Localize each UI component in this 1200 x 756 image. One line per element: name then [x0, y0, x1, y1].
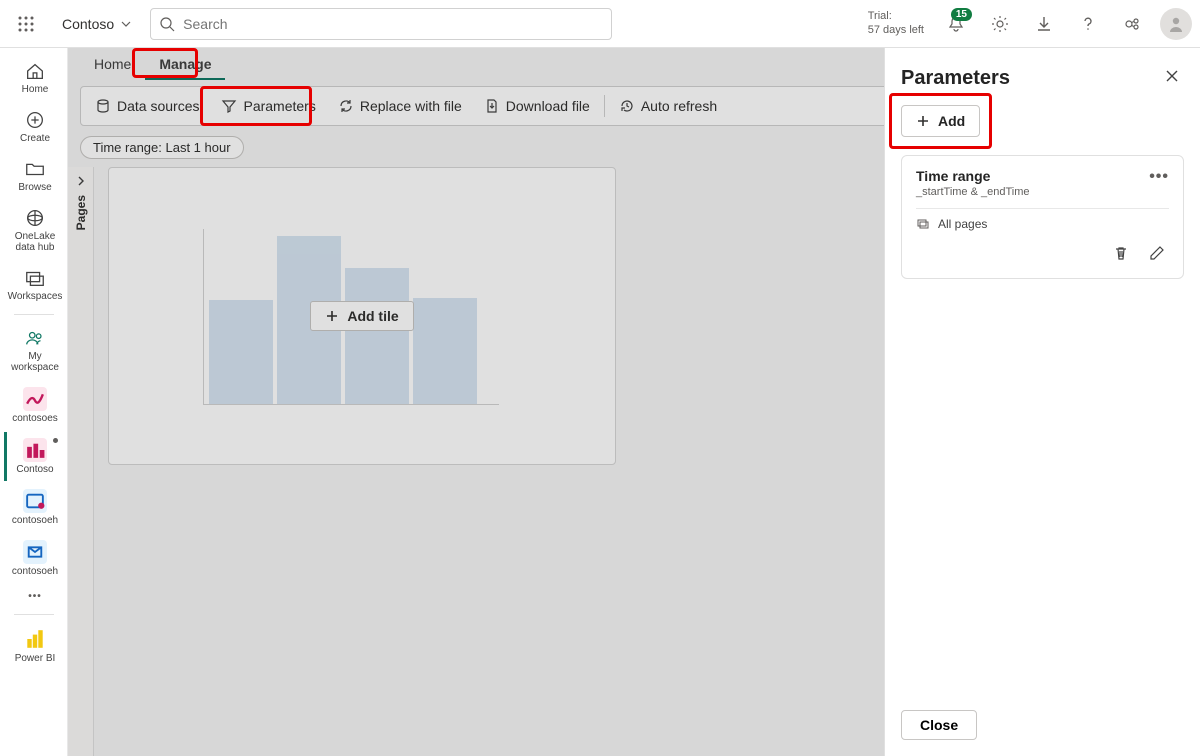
parameter-card: Time range _startTime & _endTime ••• All…	[901, 155, 1184, 279]
nav-more[interactable]: •••	[4, 585, 64, 608]
panel-header: Parameters	[901, 64, 1184, 93]
left-nav: Home Create Browse OneLake data hub Work…	[0, 48, 68, 756]
chevron-down-icon	[120, 18, 132, 30]
org-name: Contoso	[62, 16, 114, 32]
search-icon	[159, 16, 175, 32]
param-title: Time range	[916, 168, 1030, 184]
trial-line1: Trial:	[868, 10, 924, 23]
top-bar: Contoso Trial: 57 days left 15	[0, 0, 1200, 48]
workspaces-icon	[24, 267, 46, 289]
workspace-icon	[23, 387, 47, 411]
param-scope-label: All pages	[938, 217, 987, 231]
help-button[interactable]	[1068, 4, 1108, 44]
nav-create-label: Create	[20, 133, 50, 144]
panel-close-button[interactable]	[1160, 64, 1184, 93]
pages-icon	[916, 217, 930, 231]
home-icon	[24, 60, 46, 82]
edit-parameter-button[interactable]	[1145, 241, 1169, 270]
param-subtitle: _startTime & _endTime	[916, 186, 1030, 198]
trial-line2: 57 days left	[868, 24, 924, 37]
top-right-actions: Trial: 57 days left 15	[868, 4, 1192, 44]
nav-ws-contosoeh1[interactable]: contosoeh	[4, 483, 64, 532]
feedback-icon	[1123, 15, 1141, 33]
workspace-icon	[23, 489, 47, 513]
download-icon	[1035, 15, 1053, 33]
close-icon	[1164, 68, 1180, 84]
search-box[interactable]	[150, 8, 612, 40]
gear-icon	[991, 15, 1009, 33]
param-scope: All pages	[916, 217, 1169, 231]
param-card-head: Time range _startTime & _endTime •••	[916, 168, 1169, 198]
parameters-panel: Parameters Add Time range _startTime & _…	[884, 48, 1200, 756]
active-dot-icon	[53, 438, 58, 443]
app-launcher-icon[interactable]	[8, 6, 44, 42]
plus-icon	[916, 114, 930, 128]
onelake-icon	[24, 207, 46, 229]
nav-powerbi[interactable]: Power BI	[4, 621, 64, 670]
help-icon	[1079, 15, 1097, 33]
search-input[interactable]	[183, 16, 603, 32]
nav-ws-contosoeh1-label: contosoeh	[12, 515, 58, 526]
nav-create[interactable]: Create	[4, 103, 64, 150]
person-icon	[1167, 15, 1185, 33]
param-more-button[interactable]: •••	[1149, 168, 1169, 186]
user-avatar[interactable]	[1160, 8, 1192, 40]
trial-status: Trial: 57 days left	[868, 10, 924, 36]
nav-ws-contoso[interactable]: Contoso	[4, 432, 64, 481]
org-dropdown[interactable]: Contoso	[56, 16, 138, 32]
nav-onelake-label: OneLake data hub	[7, 231, 64, 253]
param-card-actions	[916, 241, 1169, 270]
settings-button[interactable]	[980, 4, 1020, 44]
trash-icon	[1113, 245, 1129, 261]
workspace-icon	[23, 540, 47, 564]
notification-badge: 15	[951, 8, 972, 21]
workspace-icon	[23, 438, 47, 462]
create-icon	[24, 109, 46, 131]
pencil-icon	[1149, 245, 1165, 261]
main-area: Home Manage Data sources Parameters Repl…	[68, 48, 1200, 756]
nav-ws-contosoes-label: contosoes	[12, 413, 58, 424]
delete-parameter-button[interactable]	[1109, 241, 1133, 270]
nav-browse-label: Browse	[18, 182, 51, 193]
folder-icon	[24, 158, 46, 180]
param-divider	[916, 208, 1169, 209]
nav-workspaces-label: Workspaces	[8, 291, 63, 302]
people-icon	[24, 327, 46, 349]
powerbi-icon	[23, 627, 47, 651]
notifications-button[interactable]: 15	[936, 4, 976, 44]
add-parameter-button[interactable]: Add	[901, 105, 980, 137]
add-parameter-label: Add	[938, 113, 965, 129]
nav-divider	[14, 614, 54, 615]
panel-footer: Close	[901, 710, 1184, 740]
panel-close-footer-button[interactable]: Close	[901, 710, 977, 740]
nav-ws-contoso-label: Contoso	[16, 464, 53, 475]
nav-ws-contosoeh2[interactable]: contosoeh	[4, 534, 64, 583]
ellipsis-icon: •••	[28, 591, 42, 602]
feedback-button[interactable]	[1112, 4, 1152, 44]
nav-myws-label: My workspace	[7, 351, 64, 373]
nav-ws-contosoes[interactable]: contosoes	[4, 381, 64, 430]
nav-workspaces[interactable]: Workspaces	[4, 261, 64, 308]
nav-home[interactable]: Home	[4, 54, 64, 101]
nav-powerbi-label: Power BI	[15, 653, 56, 664]
nav-home-label: Home	[22, 84, 49, 95]
nav-divider	[14, 314, 54, 315]
nav-my-workspace[interactable]: My workspace	[4, 321, 64, 379]
nav-onelake[interactable]: OneLake data hub	[4, 201, 64, 259]
panel-title: Parameters	[901, 67, 1010, 90]
nav-ws-contosoeh2-label: contosoeh	[12, 566, 58, 577]
download-button[interactable]	[1024, 4, 1064, 44]
nav-browse[interactable]: Browse	[4, 152, 64, 199]
